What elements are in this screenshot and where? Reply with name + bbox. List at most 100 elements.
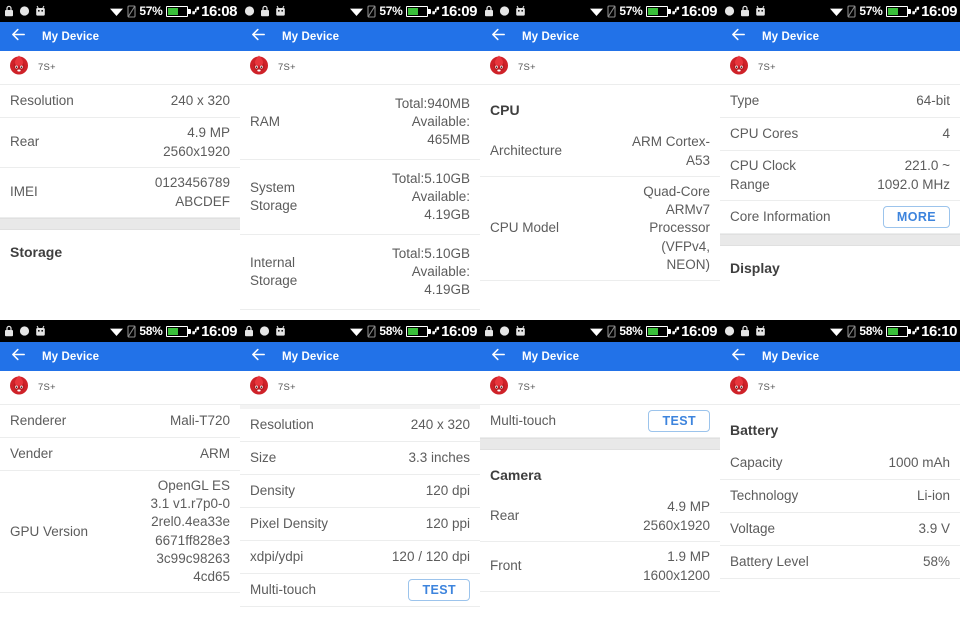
sim-card-off-icon — [847, 4, 856, 18]
battery-percent-label: 57% — [619, 4, 643, 18]
android-robot-icon — [35, 5, 46, 17]
sim-card-off-icon — [607, 4, 616, 18]
info-row-label: GPU Version — [10, 523, 89, 539]
back-arrow-icon[interactable] — [730, 346, 747, 368]
info-row-value: Total:5.10GB Available: 4.19GB — [391, 245, 470, 298]
info-row[interactable]: Core Information MORE — [720, 201, 960, 234]
info-row-label: Rear — [10, 134, 40, 150]
sim-card-off-icon — [127, 4, 136, 18]
info-row-label: System Storage — [250, 179, 298, 213]
page-title: My Device — [762, 30, 820, 43]
page-title: My Device — [282, 350, 340, 363]
app-bar: My Device — [720, 342, 960, 371]
app-bar: My Device — [240, 342, 480, 371]
info-list: Resolution 240 x 320 Rear 4.9 MP 2560x1920 IM… — [0, 85, 240, 266]
info-row[interactable]: Multi-touch TEST — [240, 574, 480, 607]
device-info-panel: 57% ⑇ 16:09 My Device 7S+ CPU Architecture ARM … — [480, 0, 720, 320]
info-row: Voltage 3.9 V — [720, 513, 960, 546]
info-row: System Storage Total:5.10GB Available: 4.19G… — [240, 160, 480, 235]
info-row: Architecture ARM Cortex- A53 — [480, 127, 720, 177]
sim-card-off-icon — [127, 324, 136, 338]
lock-icon — [4, 325, 14, 337]
info-row-value: Total:940MB Available: 465MB — [394, 95, 470, 148]
android-robot-icon — [755, 5, 766, 17]
info-row[interactable]: Multi-touch TEST — [480, 405, 720, 438]
page-title: My Device — [282, 30, 340, 43]
back-arrow-icon[interactable] — [490, 26, 507, 48]
device-name-label: 7S+ — [518, 382, 536, 393]
section-header: Display — [720, 246, 960, 282]
charging-bolt-icon: ⑇ — [912, 4, 920, 17]
circle-icon — [244, 5, 255, 17]
back-arrow-icon[interactable] — [490, 346, 507, 368]
circle-icon — [259, 325, 270, 337]
device-header: 7S+ — [720, 371, 960, 405]
circle-icon — [19, 325, 30, 337]
status-bar: 58% ⑇ 16:09 — [240, 320, 480, 342]
back-arrow-icon[interactable] — [10, 26, 27, 48]
app-bar: My Device — [240, 22, 480, 51]
test-button[interactable]: TEST — [648, 410, 710, 432]
test-button[interactable]: TEST — [408, 579, 470, 601]
section-header: Battery — [720, 405, 960, 447]
info-row-label: Capacity — [730, 454, 783, 470]
clock-label: 16:09 — [441, 2, 477, 20]
antutu-flame-logo-icon — [489, 55, 509, 80]
wifi-icon — [829, 5, 844, 17]
device-header: 7S+ — [240, 51, 480, 85]
info-list: Multi-touch TEST Camera Rear 4.9 MP 2560x1920… — [480, 405, 720, 592]
status-bar: 57% ⑇ 16:08 — [0, 0, 240, 22]
status-bar: 58% ⑇ 16:09 — [480, 320, 720, 342]
info-row-label: Vender — [10, 445, 53, 461]
info-row: Resolution 240 x 320 — [240, 409, 480, 442]
android-robot-icon — [35, 325, 46, 337]
back-arrow-icon[interactable] — [730, 26, 747, 48]
antutu-flame-logo-icon — [9, 375, 29, 400]
battery-charging-icon — [885, 5, 911, 17]
section-divider-band — [720, 234, 960, 246]
info-row-value: 58% — [922, 553, 950, 569]
device-info-panel: 57% ⑇ 16:08 My Device 7S+ Resolution 240 x 320… — [0, 0, 240, 320]
info-row: Density 120 dpi — [240, 475, 480, 508]
charging-bolt-icon: ⑇ — [432, 324, 440, 337]
charging-bolt-icon: ⑇ — [432, 4, 440, 17]
back-arrow-icon[interactable] — [10, 346, 27, 368]
info-row-value: 4.9 MP 2560x1920 — [163, 125, 230, 159]
clock-label: 16:10 — [921, 322, 957, 340]
info-row-value: OpenGL ES 3.1 v1.r7p0-0 2rel0.4ea33e 6671ff… — [150, 478, 230, 585]
app-bar: My Device — [0, 342, 240, 371]
page-title: My Device — [522, 350, 580, 363]
app-bar: My Device — [0, 22, 240, 51]
info-row: CPU Model Quad-Core ARMv7 Processor (VFPv4, N… — [480, 177, 720, 282]
info-row: Front 1.9 MP 1600x1200 — [480, 542, 720, 592]
clock-label: 16:09 — [441, 322, 477, 340]
antutu-flame-logo-icon — [489, 375, 509, 400]
section-divider-band — [0, 218, 240, 230]
battery-charging-icon — [405, 5, 431, 17]
section-header: CPU — [480, 85, 720, 127]
device-name-label: 7S+ — [758, 62, 776, 73]
info-row: IMEI 0123456789 ABCDEF — [0, 168, 240, 218]
charging-bolt-icon: ⑇ — [192, 324, 200, 337]
device-header: 7S+ — [480, 371, 720, 405]
battery-charging-icon — [645, 325, 671, 337]
more-button[interactable]: MORE — [882, 206, 950, 228]
charging-bolt-icon: ⑇ — [672, 324, 680, 337]
wifi-icon — [109, 5, 124, 17]
info-row-value: 4 — [942, 125, 950, 141]
section-divider-band — [480, 438, 720, 450]
info-row: CPU Cores 4 — [720, 118, 960, 151]
charging-bolt-icon: ⑇ — [912, 324, 920, 337]
back-arrow-icon[interactable] — [250, 26, 267, 48]
back-arrow-icon[interactable] — [250, 346, 267, 368]
info-row: Renderer Mali-T720 — [0, 405, 240, 438]
lock-icon — [740, 325, 750, 337]
app-bar: My Device — [480, 342, 720, 371]
circle-icon — [19, 5, 30, 17]
wifi-icon — [829, 325, 844, 337]
info-row: CPU Clock Range 221.0 ~1092.0 MHz — [720, 151, 960, 201]
clock-label: 16:09 — [921, 2, 957, 20]
wifi-icon — [349, 325, 364, 337]
info-row-label: Internal Storage — [250, 254, 298, 288]
info-row-value: 120 dpi — [425, 482, 470, 498]
